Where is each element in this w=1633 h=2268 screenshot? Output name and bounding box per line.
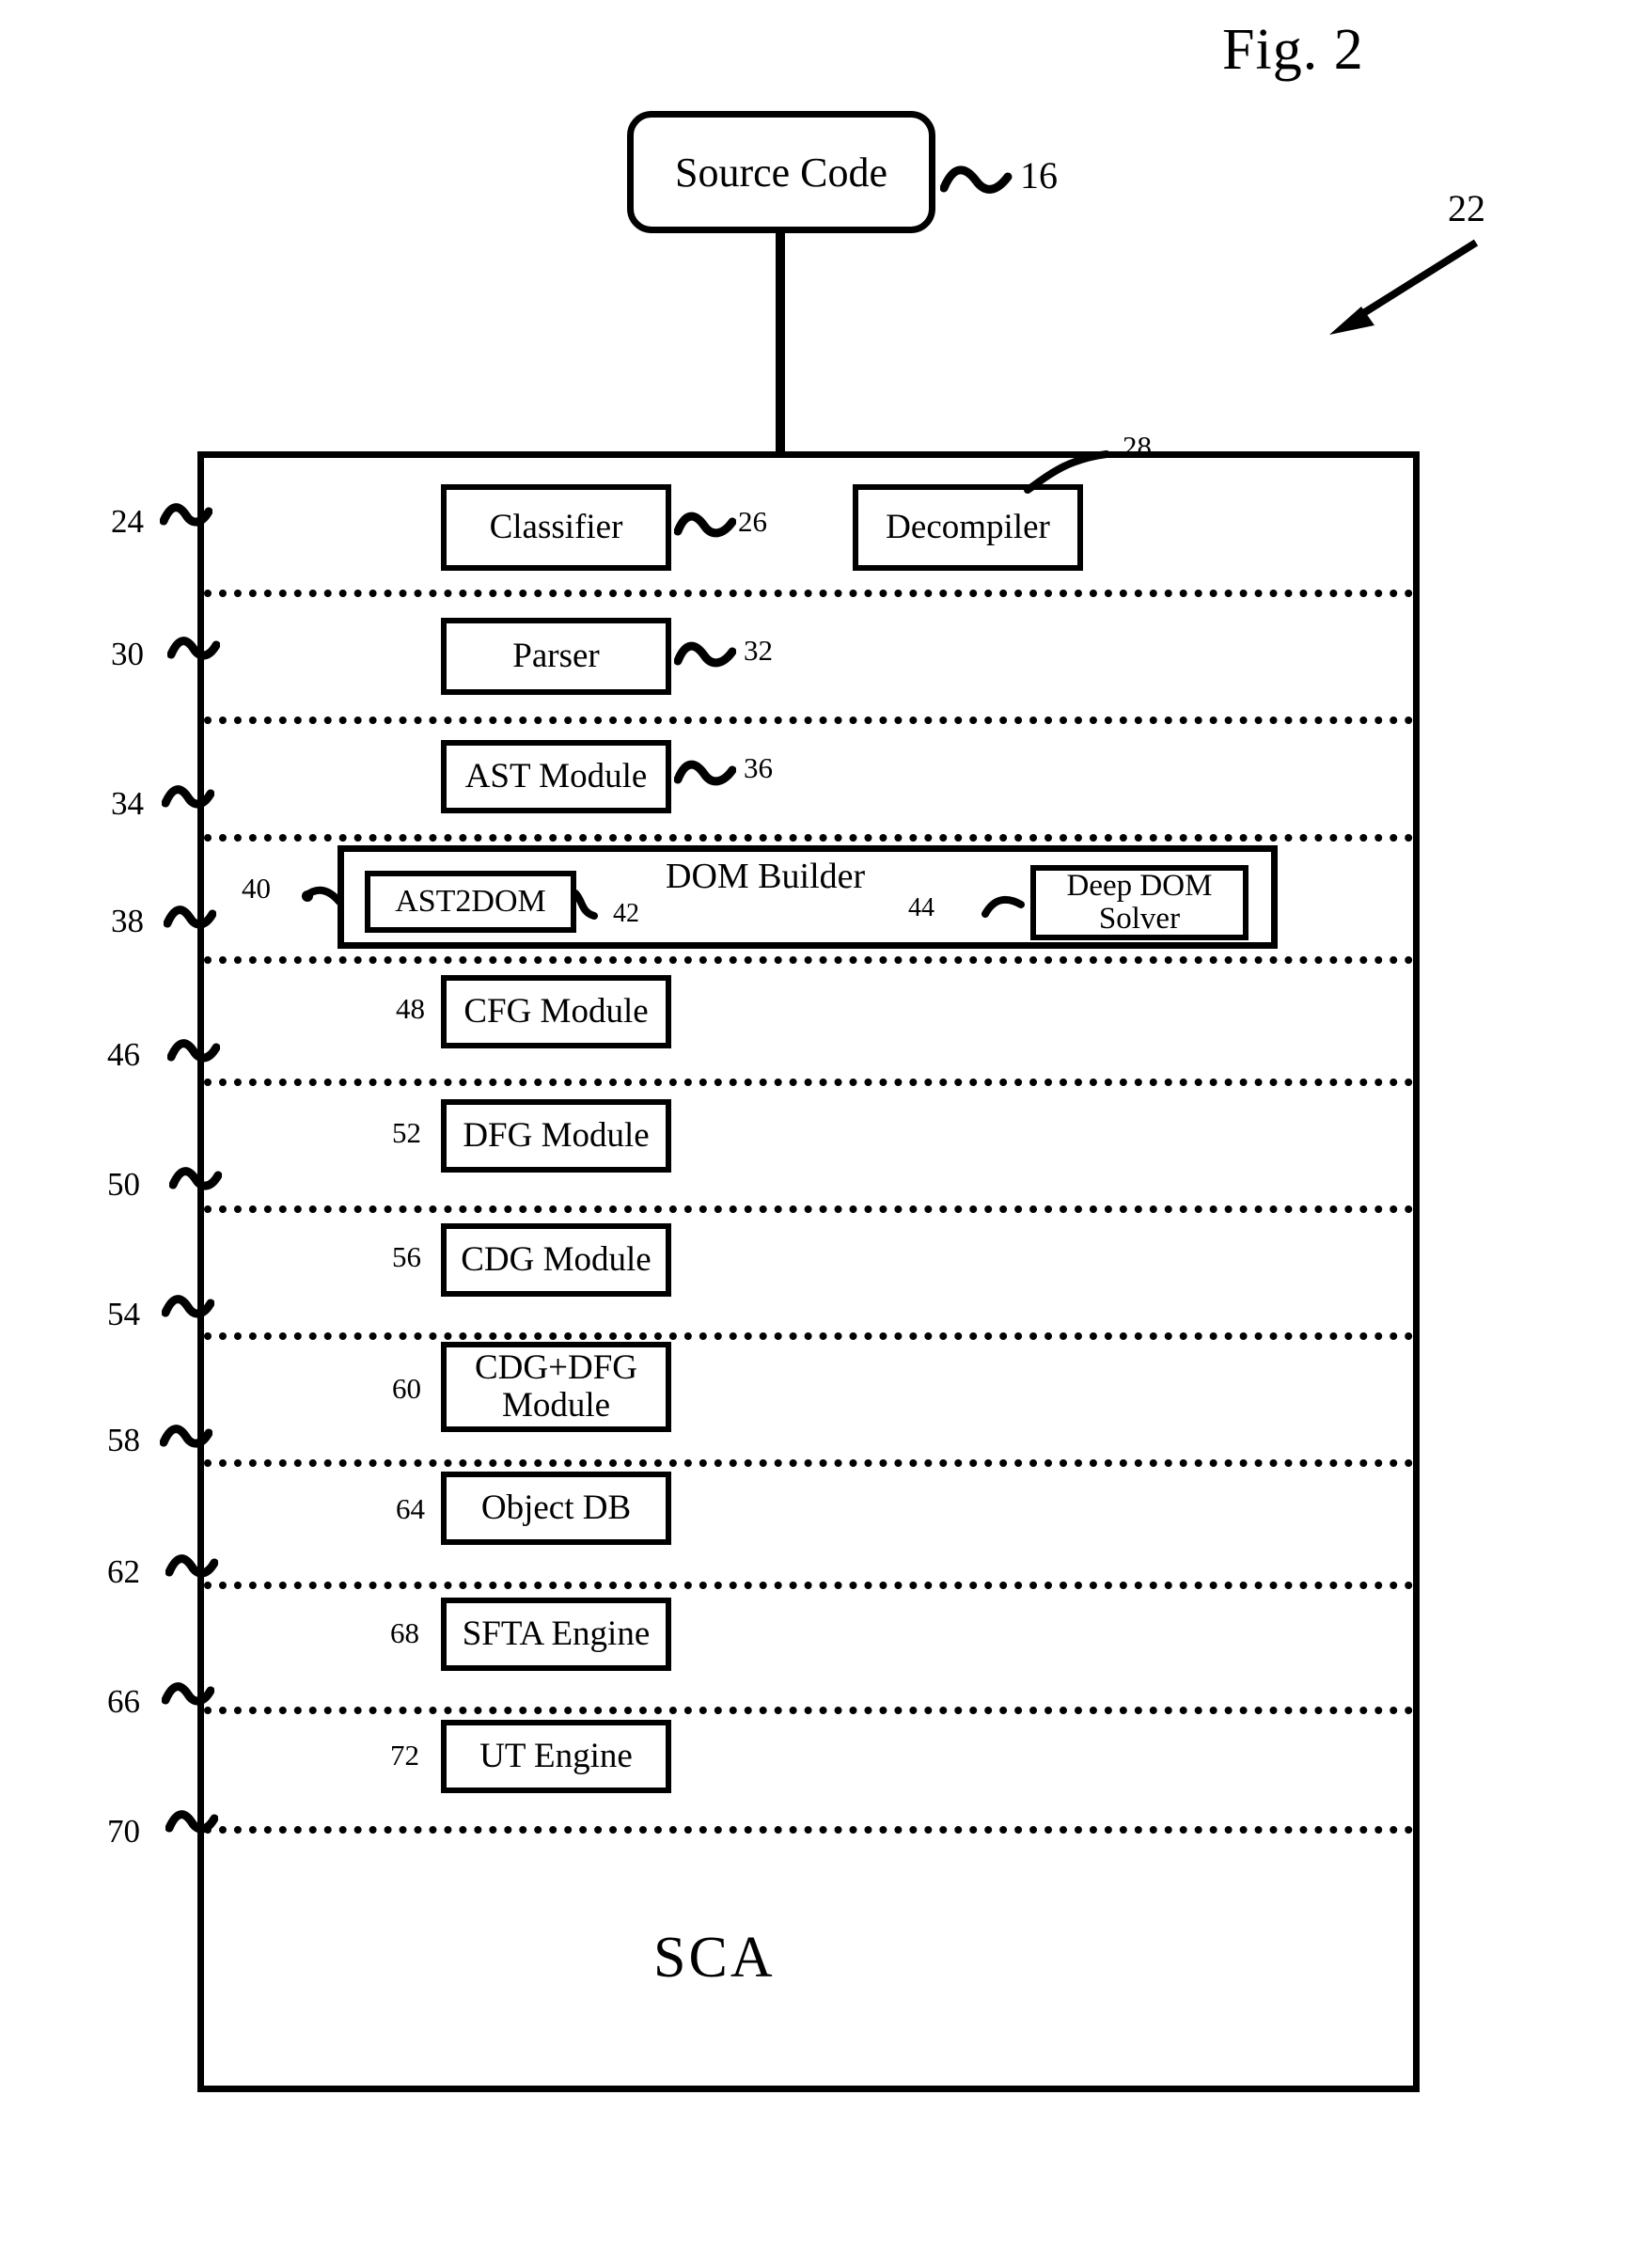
layer-ref-squiggle-62 — [165, 1554, 218, 1578]
ast2dom-ref-label: 42 — [613, 899, 639, 928]
layer-divider-4 — [204, 956, 1413, 964]
dom-builder-frame: DOM Builder AST2DOM 42 44 Deep DOM Solve… — [338, 845, 1278, 949]
layer-divider-5 — [204, 1079, 1413, 1086]
source-code-ref-squiggle — [940, 165, 1013, 194]
layer-ref-label-62: 62 — [107, 1553, 140, 1590]
layer-divider-10 — [204, 1707, 1413, 1714]
layer-divider-7 — [204, 1332, 1413, 1340]
layer-divider-9 — [204, 1582, 1413, 1589]
figure-title: Fig. 2 — [1222, 18, 1364, 82]
parser-ref-label: 32 — [744, 634, 773, 667]
deep-dom-solver-box: Deep DOM Solver — [1030, 865, 1248, 940]
layer-ref-label-46: 46 — [107, 1036, 140, 1073]
layer-divider-2 — [204, 717, 1413, 724]
ast-module-ref-label: 36 — [744, 751, 773, 784]
deep-dom-solver-ref-squiggle — [981, 895, 1025, 918]
cdg-dfg-module-label-line2: Module — [501, 1386, 611, 1425]
ast2dom-box: AST2DOM — [365, 871, 576, 933]
ut-engine-ref-label: 72 — [390, 1739, 419, 1772]
dfg-module-label: DFG Module — [463, 1115, 650, 1155]
layer-ref-squiggle-50 — [169, 1167, 222, 1190]
layer-ref-squiggle-30 — [167, 637, 220, 660]
deep-dom-solver-label-line1: Deep DOM — [1066, 869, 1213, 904]
cfg-module-box: CFG Module — [441, 975, 671, 1048]
cdg-module-ref-label: 56 — [392, 1240, 421, 1273]
layer-ref-squiggle-54 — [162, 1295, 214, 1318]
layer-ref-squiggle-58 — [160, 1425, 212, 1448]
source-code-box: Source Code — [627, 111, 935, 233]
layer-ref-squiggle-24 — [160, 503, 212, 527]
decompiler-ref-label: 28 — [1123, 430, 1152, 463]
layer-ref-label-66: 66 — [107, 1683, 140, 1720]
layer-ref-squiggle-66 — [162, 1682, 214, 1706]
cdg-dfg-module-label-line1: CDG+DFG — [474, 1348, 637, 1388]
object-db-label: Object DB — [480, 1488, 632, 1527]
layer-ref-label-30: 30 — [111, 636, 144, 672]
layer-ref-label-54: 54 — [107, 1296, 140, 1332]
sfta-engine-label: SFTA Engine — [462, 1614, 651, 1653]
system-ref-arrow — [1329, 239, 1479, 335]
layer-ref-label-38: 38 — [111, 903, 144, 939]
cdg-module-box: CDG Module — [441, 1223, 671, 1297]
object-db-ref-label: 64 — [396, 1492, 425, 1525]
source-code-ref-label: 16 — [1020, 154, 1058, 197]
cfg-module-ref-label: 48 — [396, 992, 425, 1025]
classifier-ref-squiggle — [674, 512, 736, 538]
dfg-module-box: DFG Module — [441, 1099, 671, 1173]
cdg-module-label: CDG Module — [461, 1239, 652, 1279]
sfta-engine-box: SFTA Engine — [441, 1598, 671, 1671]
layer-ref-label-24: 24 — [111, 503, 144, 540]
deep-dom-solver-ref-label: 44 — [908, 893, 934, 922]
layer-ref-label-50: 50 — [107, 1166, 140, 1203]
cdg-dfg-module-ref-label: 60 — [392, 1372, 421, 1405]
sca-container: Classifier 26 Decompiler 28 Parser 32 AS… — [197, 430, 1420, 2092]
ut-engine-box: UT Engine — [441, 1720, 671, 1793]
layer-divider-8 — [204, 1459, 1413, 1467]
ut-engine-label: UT Engine — [479, 1736, 633, 1775]
ast-module-label: AST Module — [464, 756, 648, 795]
cfg-module-label: CFG Module — [463, 991, 649, 1031]
layer-ref-squiggle-70 — [165, 1810, 218, 1834]
classifier-box: Classifier — [441, 484, 671, 571]
layer-ref-label-34: 34 — [111, 785, 144, 822]
source-code-label: Source Code — [674, 149, 888, 196]
layer-divider-3 — [204, 834, 1413, 842]
sca-label: SCA — [653, 1926, 776, 1990]
deep-dom-solver-label-line2: Solver — [1098, 902, 1181, 936]
layer-divider-1 — [204, 590, 1413, 597]
object-db-box: Object DB — [441, 1472, 671, 1545]
dfg-module-ref-label: 52 — [392, 1116, 421, 1149]
ast-module-box: AST Module — [441, 740, 671, 813]
layer-ref-squiggle-38 — [164, 906, 216, 929]
cdg-dfg-module-box: CDG+DFG Module — [441, 1342, 671, 1432]
decompiler-ref-leader — [1024, 450, 1110, 494]
ast-module-ref-squiggle — [674, 760, 736, 786]
classifier-ref-label: 26 — [738, 505, 767, 538]
parser-label: Parser — [512, 636, 600, 675]
layer-ref-squiggle-34 — [162, 785, 214, 809]
ast2dom-ref-squiggle — [572, 890, 598, 920]
layer-ref-label-70: 70 — [107, 1813, 140, 1850]
layer-divider-11 — [204, 1826, 1413, 1834]
layer-ref-label-58: 58 — [107, 1422, 140, 1458]
decompiler-box: Decompiler — [853, 484, 1083, 571]
system-ref-label: 22 — [1448, 187, 1485, 229]
classifier-label: Classifier — [489, 507, 623, 546]
dom-builder-group-ref-label: 40 — [242, 872, 271, 905]
dom-builder-title: DOM Builder — [666, 857, 866, 896]
decompiler-label: Decompiler — [886, 507, 1050, 546]
parser-ref-squiggle — [674, 641, 736, 668]
layer-divider-6 — [204, 1205, 1413, 1213]
ast2dom-label: AST2DOM — [395, 884, 546, 920]
parser-box: Parser — [441, 618, 671, 695]
sfta-engine-ref-label: 68 — [390, 1616, 419, 1649]
layer-ref-squiggle-46 — [167, 1039, 220, 1063]
